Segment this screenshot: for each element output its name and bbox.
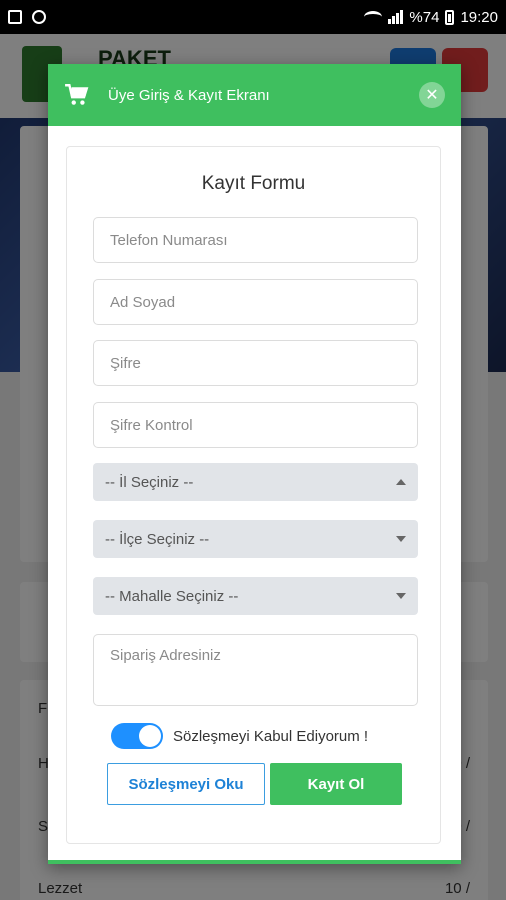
password-confirm-input[interactable]: [93, 402, 418, 448]
close-icon[interactable]: ✕: [419, 82, 445, 108]
neighborhood-select[interactable]: -- Mahalle Seçiniz --: [93, 577, 418, 615]
battery-percent: %74: [409, 8, 440, 26]
shopping-cart-icon: [64, 82, 90, 108]
modal-header: Üye Giriş & Kayıt Ekranı ✕: [48, 64, 461, 126]
full-name-input[interactable]: [93, 279, 418, 325]
register-form: Kayıt Formu -- İl Seçiniz -- -- İlçe Seç…: [66, 146, 441, 844]
battery-icon: [445, 9, 455, 25]
gallery-icon: [8, 10, 22, 24]
password-input[interactable]: [93, 340, 418, 386]
chevron-down-icon: [396, 593, 406, 599]
city-select[interactable]: -- İl Seçiniz --: [93, 463, 418, 501]
shield-icon: [32, 10, 46, 24]
neighborhood-select-value: -- Mahalle Seçiniz --: [105, 587, 239, 605]
city-select-value: -- İl Seçiniz --: [105, 473, 194, 491]
status-bar: %74 19:20: [0, 0, 506, 34]
form-title: Kayıt Formu: [201, 173, 306, 194]
chevron-down-icon: [396, 536, 406, 542]
agreement-row: Sözleşmeyi Kabul Ediyorum !: [111, 723, 368, 749]
modal-title: Üye Giriş & Kayıt Ekranı: [108, 86, 270, 104]
read-agreement-button[interactable]: Sözleşmeyi Oku: [107, 763, 265, 805]
district-select-value: -- İlçe Seçiniz --: [105, 530, 210, 548]
district-select[interactable]: -- İlçe Seçiniz --: [93, 520, 418, 558]
agreement-label: Sözleşmeyi Kabul Ediyorum !: [173, 727, 369, 745]
chevron-up-icon: [396, 479, 406, 485]
wifi-icon: [364, 11, 383, 23]
agreement-toggle[interactable]: [111, 723, 163, 749]
toggle-knob: [139, 725, 161, 747]
clock: 19:20: [460, 8, 498, 26]
login-register-modal: Üye Giriş & Kayıt Ekranı ✕ Kayıt Formu -…: [48, 64, 461, 864]
signal-icon: [388, 10, 404, 24]
register-button[interactable]: Kayıt Ol: [270, 763, 402, 805]
phone-input[interactable]: [93, 217, 418, 263]
address-input[interactable]: [93, 634, 418, 706]
